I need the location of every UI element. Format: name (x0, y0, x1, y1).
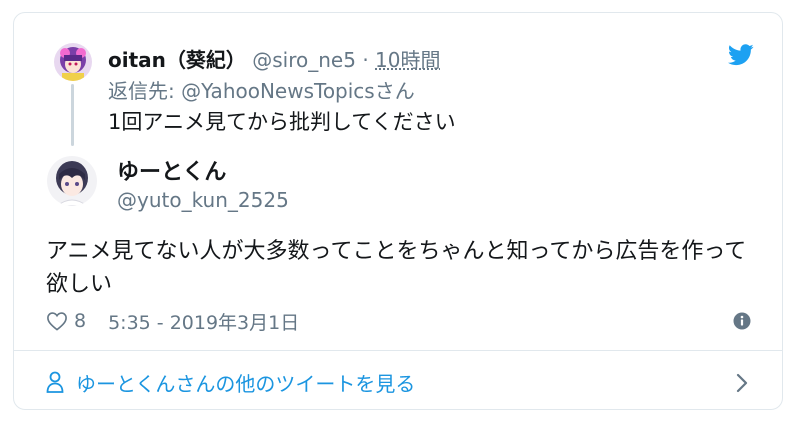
main-author-name[interactable]: ゆーとくん (117, 154, 226, 186)
thread-connector-line (71, 84, 74, 146)
replying-to-label[interactable]: 返信先: @YahooNewsTopicsさん (108, 75, 415, 104)
more-tweets-link[interactable]: ゆーとくんさんの他のツイートを見る (46, 364, 766, 400)
main-author-handle[interactable]: @yuto_kun_2525 (117, 188, 289, 212)
reply-time-link[interactable]: 10時間 (375, 48, 440, 72)
main-author-avatar[interactable] (47, 156, 97, 206)
reply-author-name[interactable]: oitan（葵紀） (108, 48, 246, 72)
info-icon[interactable] (733, 312, 751, 330)
reply-author-avatar[interactable] (54, 43, 92, 81)
heart-icon[interactable] (46, 311, 68, 331)
card-divider (13, 350, 783, 351)
reply-tweet-header: oitan（葵紀） @siro_ne5 · 10時間 (108, 44, 440, 73)
twitter-bird-icon[interactable] (728, 44, 754, 66)
chevron-right-icon[interactable] (736, 373, 748, 393)
more-tweets-label: ゆーとくんさんの他のツイートを見る (76, 371, 416, 396)
header-separator: · (362, 48, 369, 72)
reply-author-handle[interactable]: @siro_ne5 (252, 48, 356, 72)
main-tweet-text: アニメ見てない人が大多数ってことをちゃんと知ってから広告を作って欲しい (46, 239, 747, 297)
like-count[interactable]: 8 (74, 310, 86, 332)
reply-tweet-text: 1回アニメ見てから批判してください (108, 110, 456, 134)
tweet-meta-row: 8 5:35 - 2019年3月1日 (46, 307, 299, 335)
tweet-timestamp[interactable]: 5:35 - 2019年3月1日 (108, 308, 299, 335)
person-icon (46, 371, 64, 393)
